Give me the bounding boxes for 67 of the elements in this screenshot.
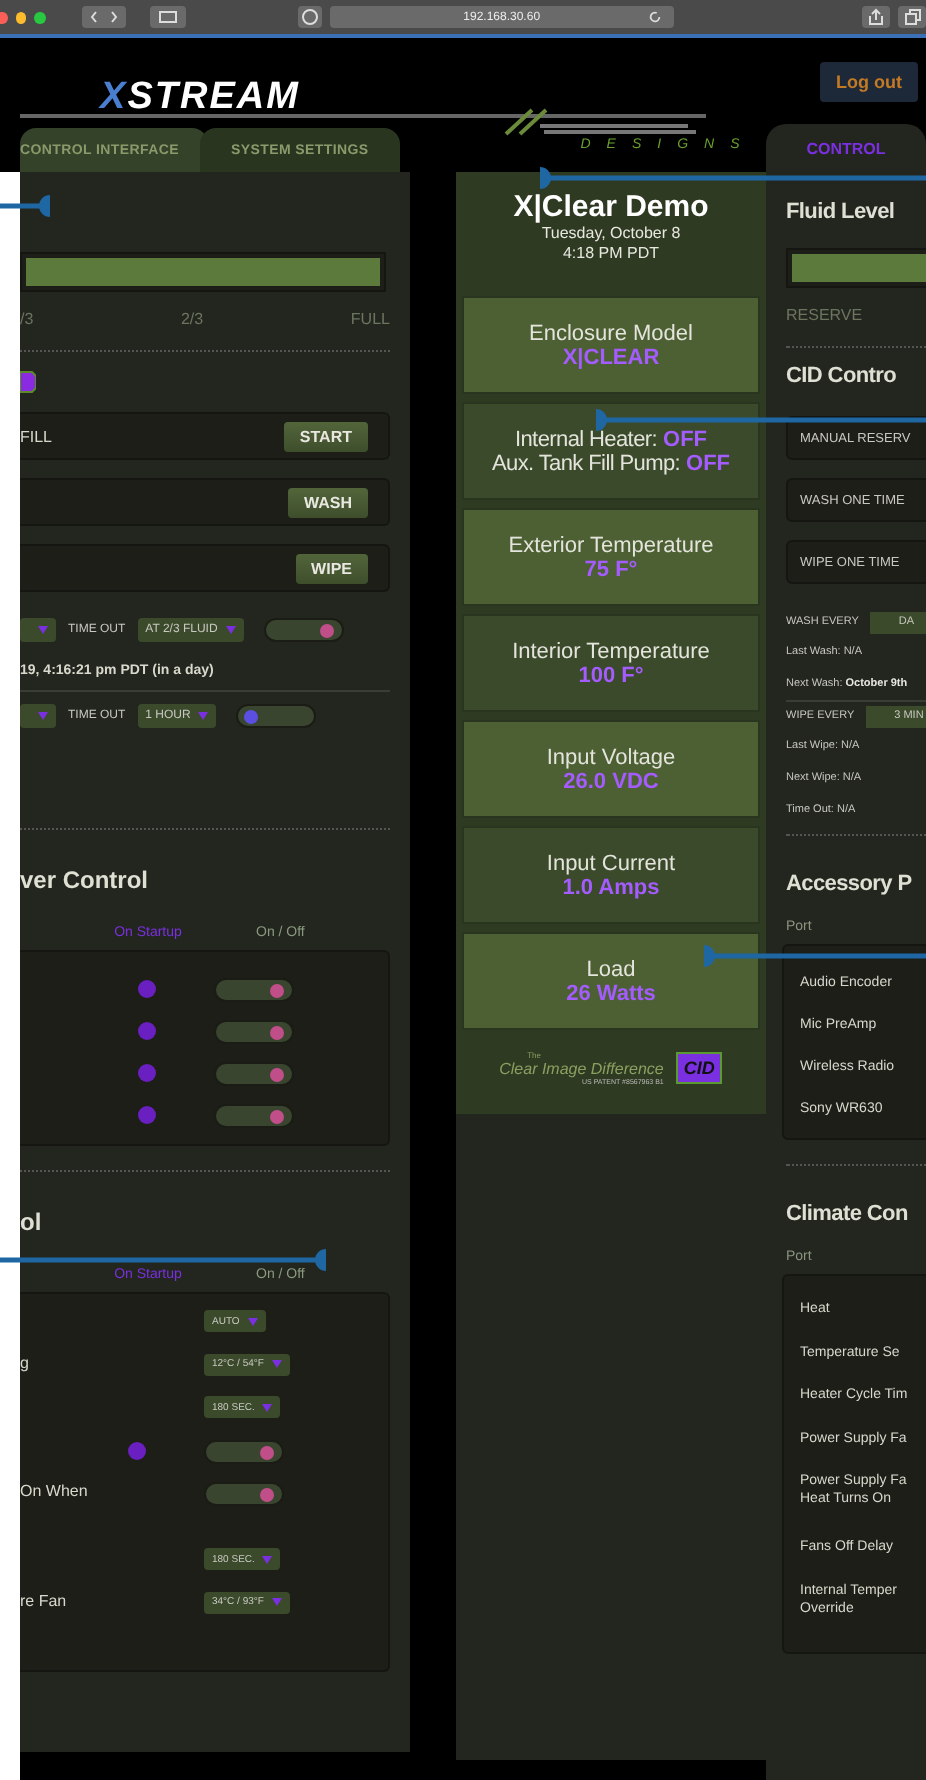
row-label: g	[20, 1353, 29, 1371]
action-button[interactable]: WASH	[288, 487, 368, 517]
action-button[interactable]: WIPE	[295, 553, 368, 583]
xstream-logo: XSTREAM	[100, 76, 300, 120]
caret-icon	[262, 1555, 273, 1563]
card-value: 26 Watts	[566, 981, 656, 1005]
level-mark: RESERVE	[786, 305, 863, 323]
callout-pin	[0, 192, 50, 220]
section-heading: Accessory P	[786, 872, 914, 900]
card-value: 100 F°	[578, 663, 644, 687]
toggle-switch[interactable]	[236, 704, 317, 728]
toggle-switch[interactable]	[214, 1019, 294, 1043]
slogan-text: Clear Image Difference	[499, 1060, 664, 1078]
caret-icon	[271, 1598, 282, 1606]
card-label: Input Current	[546, 851, 676, 875]
device-title: X|Clear Demo	[511, 190, 711, 224]
row-label: re Fan	[20, 1591, 67, 1609]
toggle-switch[interactable]	[204, 1482, 284, 1506]
caret-icon	[247, 1317, 258, 1325]
section-heading: CID Contro	[786, 364, 899, 392]
tabs-icon[interactable]	[898, 6, 926, 28]
level-mark: 2/3	[180, 309, 204, 327]
section-heading: Climate Con	[786, 1202, 910, 1230]
card-label: Enclosure Model	[529, 321, 693, 345]
toggle-switch[interactable]	[214, 1103, 294, 1127]
section-heading: Fluid Level	[786, 200, 897, 228]
card-label: Interior Temperature	[512, 639, 710, 663]
caret-icon	[38, 626, 48, 634]
card-label: Internal Heater:	[514, 427, 658, 451]
card-value: OFF	[663, 427, 708, 451]
caret-icon	[271, 1360, 282, 1368]
card-label: Aux. Tank Fill Pump:	[491, 451, 681, 475]
caret-icon	[198, 712, 209, 720]
section-heading: ver Control	[20, 866, 151, 898]
card-label: Input Voltage	[546, 745, 676, 769]
section-heading: ol	[20, 1208, 44, 1240]
card-value: 26.0 VDC	[563, 769, 659, 793]
shield-icon[interactable]	[297, 6, 322, 28]
toggle-switch[interactable]	[263, 618, 344, 642]
card-value: 1.0 Amps	[562, 875, 660, 899]
card-label: Load	[586, 957, 636, 981]
zoom-button[interactable]	[34, 11, 46, 23]
action-label: FILL	[20, 427, 53, 445]
toggle-switch[interactable]	[204, 1439, 284, 1463]
level-mark: FULL	[350, 309, 390, 327]
cid-logo: CID	[675, 1052, 723, 1084]
reload-icon[interactable]	[648, 10, 663, 24]
date-text: Tuesday, October 8	[539, 224, 683, 244]
caret-icon	[225, 626, 236, 634]
row-label: On When	[20, 1482, 88, 1500]
action-button[interactable]: START	[283, 421, 368, 451]
minimize-button[interactable]	[15, 11, 27, 23]
card-value: 75 F°	[584, 557, 638, 581]
sidebar-icon[interactable]	[149, 6, 186, 28]
back-forward-icon[interactable]	[81, 6, 126, 28]
toggle-switch[interactable]	[214, 1061, 294, 1085]
caret-icon	[262, 1403, 273, 1411]
share-icon[interactable]	[862, 6, 891, 28]
card-label: Exterior Temperature	[508, 533, 714, 557]
card-value: OFF	[686, 451, 731, 475]
logout-button[interactable]: Log out	[820, 62, 918, 102]
card-value: X|CLEAR	[562, 345, 660, 369]
caret-icon	[38, 712, 48, 720]
close-button[interactable]	[0, 11, 8, 23]
time-text: 4:18 PM PDT	[560, 244, 661, 264]
toggle-switch[interactable]	[214, 977, 294, 1001]
level-mark: /3	[20, 309, 34, 327]
